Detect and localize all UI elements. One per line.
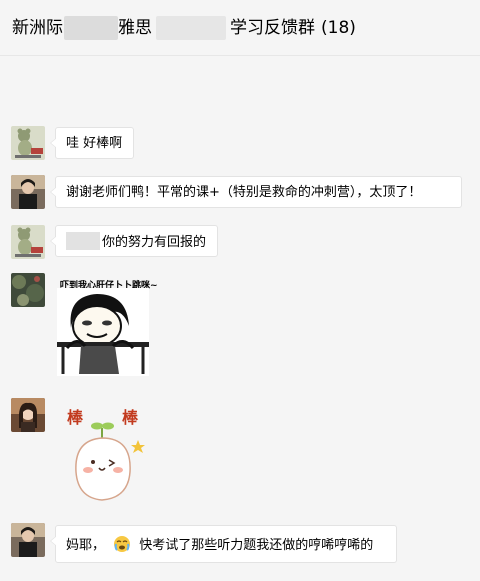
message-bubble[interactable]: 妈耶， 快考试了那些听力题我还做的哼唏哼唏的	[50, 525, 397, 563]
sprout-bun-sticker-icon[interactable]	[64, 420, 154, 504]
bear-avatar-icon[interactable]	[11, 225, 45, 259]
person-avatar-icon[interactable]	[11, 175, 45, 209]
message-text: 哇 好棒啊	[66, 136, 123, 151]
redacted-mention	[66, 232, 100, 250]
bear-avatar-icon[interactable]	[11, 126, 45, 160]
message-bubble[interactable]: 你的努力有回报的	[50, 225, 218, 257]
message-bubble[interactable]: 哇 好棒啊	[50, 127, 134, 159]
title-part-2: 雅思	[118, 18, 152, 38]
redacted-block	[64, 16, 118, 40]
person-avatar-icon[interactable]	[11, 523, 45, 557]
message-bubble[interactable]: 谢谢老师们鸭！平常的课+（特别是救命的冲刺营），太顶了！	[50, 176, 462, 208]
panda-meme-sticker-icon[interactable]	[57, 288, 149, 376]
redacted-block	[156, 16, 226, 40]
plant-avatar-icon[interactable]	[11, 273, 45, 307]
member-count: (18)	[321, 18, 356, 38]
title-part-1: 新洲际	[12, 18, 63, 38]
chat-title[interactable]: 新洲际 雅思 学习反馈群 (18)	[12, 16, 356, 40]
title-part-3: 学习反馈群	[230, 18, 315, 38]
message-text-before: 妈耶，	[66, 538, 106, 553]
crying-face-icon	[114, 536, 131, 552]
message-text-after: 快考试了那些听力题我还做的哼唏哼唏的	[139, 538, 374, 553]
message-text: 你的努力有回报的	[102, 235, 207, 250]
message-text: 谢谢老师们鸭！平常的课+（特别是救命的冲刺营），太顶了！	[66, 185, 422, 200]
woman-avatar-icon[interactable]	[11, 398, 45, 432]
chat-header: 新洲际 雅思 学习反馈群 (18)	[0, 0, 480, 56]
